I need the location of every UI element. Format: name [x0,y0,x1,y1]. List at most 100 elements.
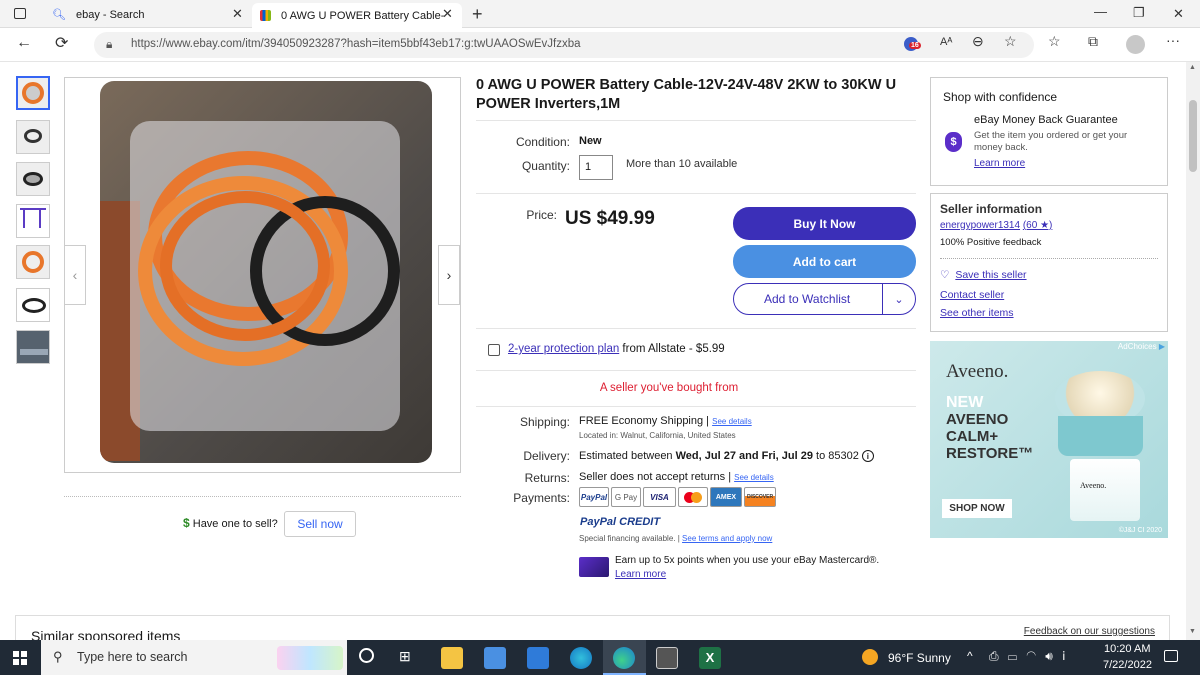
similar-items-section: Similar sponsored items Feedback on our … [15,615,1170,640]
collections-icon[interactable]: ⧉ [1088,33,1098,50]
protection-checkbox[interactable] [488,344,500,356]
weather-sun-icon[interactable] [862,649,878,665]
guarantee-title: eBay Money Back Guarantee [974,114,1118,126]
thumbnail-2[interactable] [16,120,50,154]
app-icon[interactable] [656,647,678,669]
extension-icon[interactable]: 16 [904,37,921,51]
edge-icon[interactable] [613,647,635,669]
contact-seller-link[interactable]: Contact seller [940,289,1004,301]
ad-headline-2: CALM+ [946,428,999,445]
add-to-cart-button[interactable]: Add to cart [733,245,916,278]
more-menu-icon[interactable]: ··· [1166,32,1180,48]
seller-rating-link[interactable]: (60 ★) [1023,220,1053,231]
favorites-icon[interactable]: ☆ [1048,33,1061,50]
restore-icon[interactable]: ❐ [1133,5,1145,21]
seller-name-link[interactable]: energypower1314 [940,220,1020,231]
scrollbar-thumb[interactable] [1189,100,1197,172]
url-bar[interactable]: 🔒︎ https://www.ebay.com/itm/394050923287… [94,32,1034,58]
shipping-value: FREE Economy Shipping [579,415,704,427]
task-view-icon[interactable]: ⊞ [399,648,411,665]
shipping-info: FREE Economy Shipping | See details [579,415,752,427]
ad-jar [1058,416,1143,456]
clock-time[interactable]: 10:20 AM [1104,643,1150,655]
returns-label: Returns: [524,471,570,485]
main-product-image-frame [64,77,461,473]
info-icon[interactable]: i [861,450,874,462]
profile-avatar[interactable] [1126,35,1145,54]
protection-plan-link[interactable]: 2-year protection plan [508,343,619,355]
availability: More than 10 available [626,158,738,170]
seller-heading: Seller information [940,202,1043,216]
read-aloud-icon[interactable]: Aᴬ [940,36,952,48]
taskbar-search-placeholder: Type here to search [77,650,188,664]
mail-icon[interactable] [527,647,549,669]
thumbnail-3[interactable] [16,162,50,196]
zoom-icon[interactable]: ⊖ [972,33,984,50]
ad-shop-now-button[interactable]: SHOP NOW [942,499,1012,518]
tray-chevron-icon[interactable]: ^ [967,649,973,663]
favorite-add-icon[interactable]: ☆ [1004,33,1017,50]
cortana-icon[interactable] [359,648,374,663]
extension-badge: 16 [909,42,921,49]
sell-question: Have one to sell? [192,518,278,530]
mastercard-promo: Earn up to 5x points when you use your e… [615,555,880,566]
add-to-watchlist-button[interactable]: Add to Watchlist ⌄ [733,283,916,315]
feedback-suggestions-link[interactable]: Feedback on our suggestions [1024,626,1155,637]
tab-actions-icon[interactable] [14,8,26,19]
thumbnail-5[interactable] [16,245,50,279]
tab-ebay-search[interactable]: 🔍︎ ebay - Search [44,3,252,26]
address-toolbar: ← ⟳ 🔒︎ https://www.ebay.com/itm/39405092… [0,28,1200,62]
store-icon[interactable] [484,647,506,669]
adchoices-label[interactable]: AdChoices ▶ [1118,342,1165,351]
prev-image-button[interactable]: ‹ [64,245,86,305]
condition-value: New [579,135,602,147]
ebay-bag-icon [260,10,271,21]
sell-now-button[interactable]: Sell now [284,511,356,537]
page-scrollbar[interactable]: ▲ ▼ [1186,62,1200,640]
tab-product[interactable]: 0 AWG U POWER Battery Cable- [252,3,462,28]
buy-it-now-button[interactable]: Buy It Now [733,207,916,240]
thumbnail-6[interactable] [16,288,50,322]
amex-logo: AMEX [710,487,742,507]
minimize-icon[interactable]: — [1094,4,1107,19]
notifications-icon[interactable] [1164,650,1178,662]
thumbnail-4[interactable] [16,204,50,238]
taskbar-search-box[interactable]: ⚲ Type here to search [41,640,347,675]
guarantee-learn-more[interactable]: Learn more [974,158,1025,169]
divider [476,193,916,194]
close-tab-icon[interactable]: ✕ [442,6,453,22]
mastercard-learn-more[interactable]: Learn more [615,569,666,580]
file-explorer-icon[interactable] [441,647,463,669]
quantity-input[interactable]: 1 [579,155,613,180]
aveeno-ad[interactable]: AdChoices ▶ Aveeno. NEW AVEENO CALM+ RES… [930,341,1168,538]
close-tab-icon[interactable]: ✕ [232,6,243,22]
heart-icon[interactable]: ♡ [940,269,949,281]
next-image-button[interactable]: › [438,245,460,305]
shipping-see-details[interactable]: See details [712,417,752,426]
new-tab-icon[interactable]: + [472,4,483,25]
thumbnail-1[interactable] [16,76,50,110]
save-seller-link[interactable]: Save this seller [955,269,1026,281]
refresh-icon[interactable]: ⟳ [55,33,68,53]
weather-text[interactable]: 96°F Sunny [888,651,951,665]
edge-legacy-icon[interactable] [570,647,592,669]
windows-start-icon[interactable] [13,651,27,665]
see-other-items-link[interactable]: See other items [940,307,1014,319]
back-icon[interactable]: ← [16,34,32,52]
shield-dollar-icon: $ [945,132,962,152]
price-value: US $49.99 [565,208,655,229]
thumbnail-7[interactable] [16,330,50,364]
see-terms-link[interactable]: See terms and apply now [682,534,772,543]
close-window-icon[interactable]: ✕ [1173,6,1184,22]
scroll-down-icon[interactable]: ▼ [1189,628,1196,635]
clock-date[interactable]: 7/22/2022 [1103,659,1152,671]
excel-icon[interactable]: X [699,647,721,669]
tray-icons[interactable]: ⎙ ▭ ◠ 🔊︎ ⅰ [989,649,1068,664]
scroll-up-icon[interactable]: ▲ [1189,64,1196,71]
divider [476,120,916,121]
product-photo[interactable] [100,81,432,463]
chevron-down-icon[interactable]: ⌄ [882,284,915,314]
returns-see-details[interactable]: See details [734,473,774,482]
search-highlight-icon [277,646,343,670]
delivery-label: Delivery: [523,449,570,463]
